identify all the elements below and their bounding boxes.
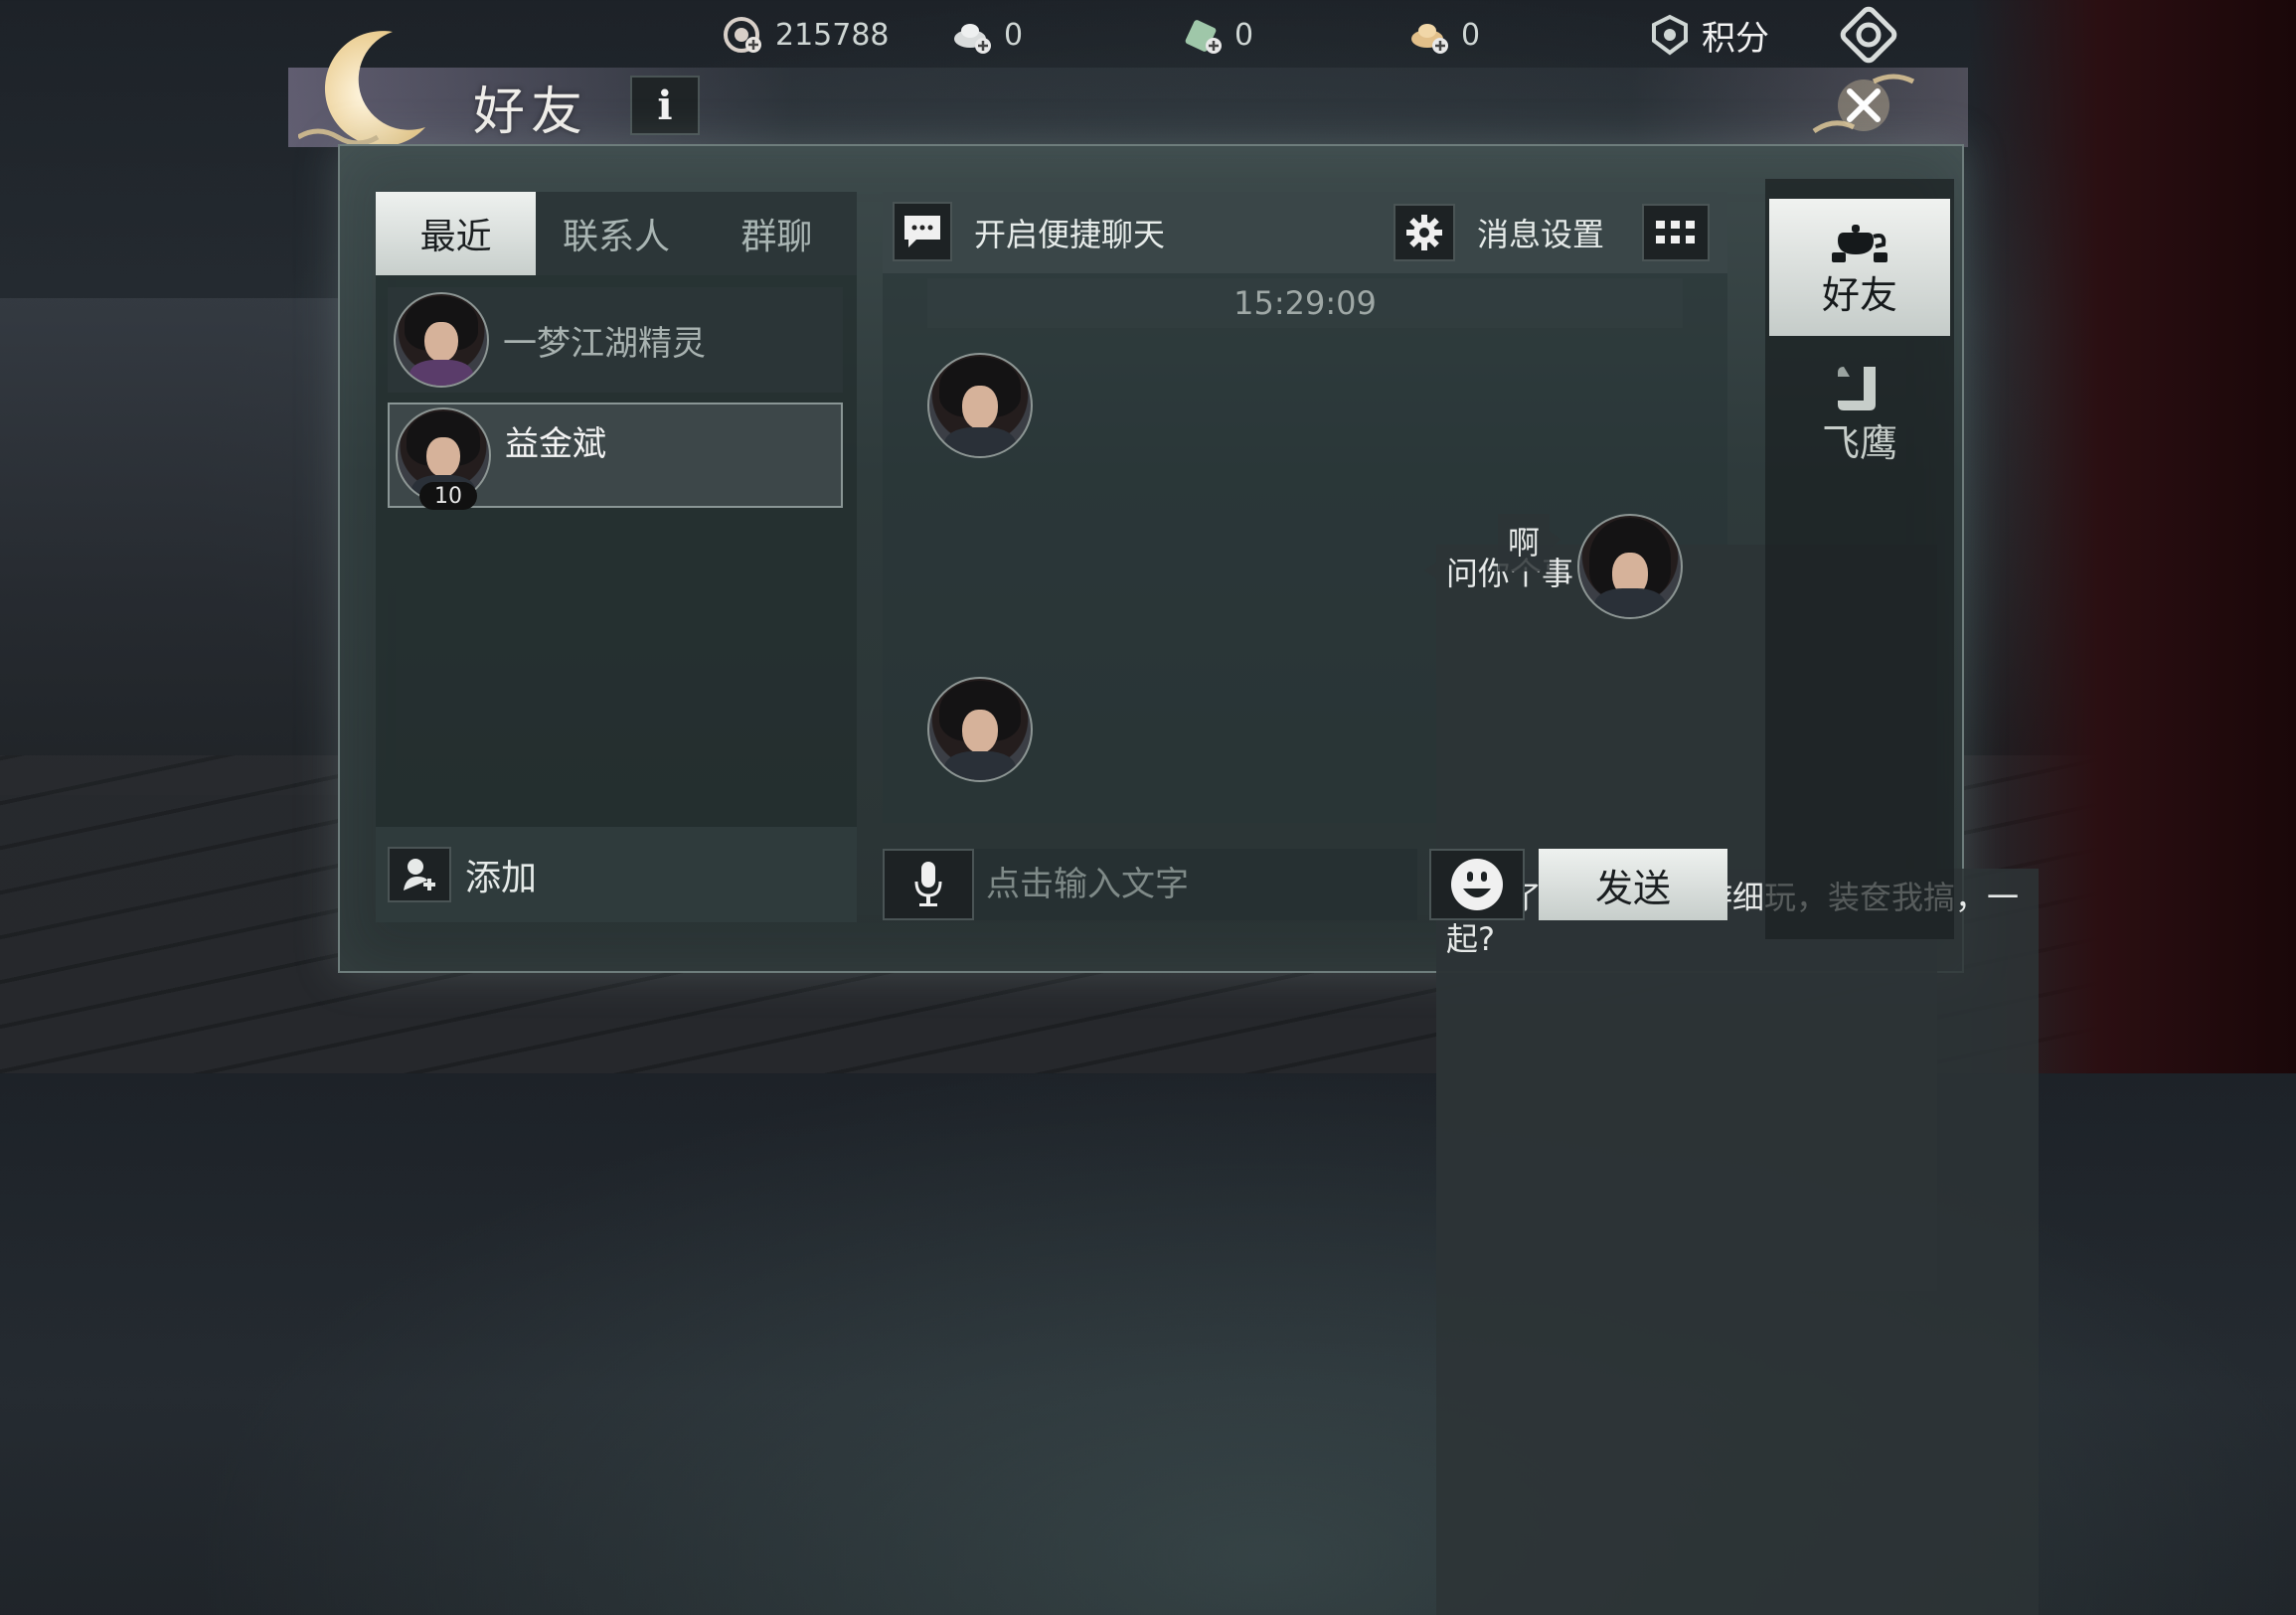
close-button[interactable] bbox=[1799, 62, 1928, 151]
item3-counter[interactable]: 0 bbox=[1407, 10, 1480, 60]
add-friend-icon bbox=[388, 847, 451, 902]
smiley-icon bbox=[1451, 859, 1503, 910]
gear-icon bbox=[1406, 215, 1442, 250]
voice-button[interactable] bbox=[883, 849, 974, 920]
info-icon: i bbox=[657, 81, 673, 129]
close-icon bbox=[1812, 74, 1915, 134]
side-navigation: 好友 飞鹰 bbox=[1765, 179, 1954, 939]
conversation-item[interactable]: 一梦江湖精灵 bbox=[388, 287, 843, 393]
avatar-contact[interactable] bbox=[927, 677, 1033, 782]
avatar-contact[interactable] bbox=[927, 353, 1033, 458]
item1-amount: 0 bbox=[1004, 17, 1024, 53]
teapot-icon bbox=[1832, 224, 1887, 262]
microphone-icon bbox=[914, 862, 942, 906]
item3-amount: 0 bbox=[1461, 17, 1481, 53]
points-button[interactable]: 积分 bbox=[1648, 10, 1769, 60]
nav-friends-label: 好友 bbox=[1821, 272, 1897, 317]
send-button[interactable]: 发送 bbox=[1539, 849, 1727, 920]
conversation-panel: 最近 联系人 群聊 一梦江湖精灵 益金斌 10 添加 bbox=[376, 192, 857, 922]
conversation-item-selected[interactable]: 益金斌 10 bbox=[388, 403, 843, 510]
grid-icon bbox=[1656, 221, 1695, 243]
add-friend-row[interactable]: 添加 bbox=[376, 827, 857, 922]
more-menu-button[interactable] bbox=[1642, 204, 1710, 261]
item2-counter[interactable]: 0 bbox=[1181, 10, 1253, 60]
tab-recent[interactable]: 最近 bbox=[376, 192, 537, 275]
coin-icon bbox=[722, 13, 765, 57]
nav-eagle-mail-label: 飞鹰 bbox=[1821, 420, 1897, 465]
message-outgoing: 啊 bbox=[1497, 514, 1683, 619]
message-settings-label[interactable]: 消息设置 bbox=[1477, 210, 1604, 255]
add-friend-label: 添加 bbox=[465, 858, 538, 898]
moon-emblem bbox=[296, 20, 437, 159]
conversation-name: 益金斌 bbox=[505, 424, 606, 464]
ingot-gold-icon bbox=[1407, 13, 1451, 57]
chat-header: 开启便捷聊天 消息设置 bbox=[883, 192, 1727, 273]
conversation-tabs: 最近 联系人 群聊 bbox=[376, 192, 857, 275]
tab-contacts[interactable]: 联系人 bbox=[536, 192, 696, 275]
scroll-icon bbox=[1838, 366, 1876, 410]
chat-bubble-icon bbox=[904, 216, 940, 247]
item1-counter[interactable]: 0 bbox=[950, 10, 1023, 60]
settings-swirl-button[interactable] bbox=[1839, 6, 1898, 64]
message-timestamp: 15:29:09 bbox=[927, 278, 1683, 328]
coin-counter[interactable]: 215788 bbox=[722, 10, 890, 60]
item2-amount: 0 bbox=[1234, 17, 1254, 53]
nav-eagle-mail[interactable]: 飞鹰 bbox=[1769, 346, 1950, 483]
swirl-icon bbox=[1839, 5, 1898, 65]
conversation-name: 一梦江湖精灵 bbox=[503, 323, 706, 364]
points-icon bbox=[1648, 13, 1692, 57]
chat-panel: 开启便捷聊天 消息设置 15:29:09 问你个事 啊 我喊了点仁，焕个游细玩，… bbox=[883, 192, 2039, 1615]
emoji-button[interactable] bbox=[1429, 849, 1525, 920]
ingot-silver-icon bbox=[950, 13, 994, 57]
message-settings-button[interactable] bbox=[1394, 204, 1455, 261]
avatar-self[interactable] bbox=[1577, 514, 1683, 619]
message-bubble: 我喊了点仁，焕个游细玩，装奁我搞，一起? bbox=[1424, 869, 2039, 1615]
message-incoming: 我喊了点仁，焕个游细玩，装奁我搞，一起? bbox=[927, 677, 2039, 1615]
tab-group-chat[interactable]: 群聊 bbox=[697, 192, 857, 275]
level-badge: 10 bbox=[419, 482, 477, 510]
points-label: 积分 bbox=[1702, 18, 1769, 59]
info-button[interactable]: i bbox=[630, 76, 700, 135]
message-bubble: 啊 bbox=[1497, 514, 1562, 571]
quick-chat-label[interactable]: 开启便捷聊天 bbox=[974, 210, 1165, 255]
window-title: 好友 bbox=[473, 82, 589, 142]
coin-amount: 215788 bbox=[775, 17, 890, 53]
background-cliff bbox=[0, 298, 338, 795]
quick-chat-button[interactable] bbox=[893, 202, 952, 261]
chat-messages[interactable]: 15:29:09 问你个事 啊 我喊了点仁，焕个游细玩，装奁我搞，一起? bbox=[883, 273, 2039, 1615]
avatar-spirit bbox=[394, 292, 489, 388]
chat-input-bar: 发送 bbox=[883, 841, 1727, 922]
message-input[interactable] bbox=[974, 849, 1417, 920]
jade-ticket-icon bbox=[1181, 13, 1225, 57]
nav-friends[interactable]: 好友 bbox=[1769, 199, 1950, 336]
